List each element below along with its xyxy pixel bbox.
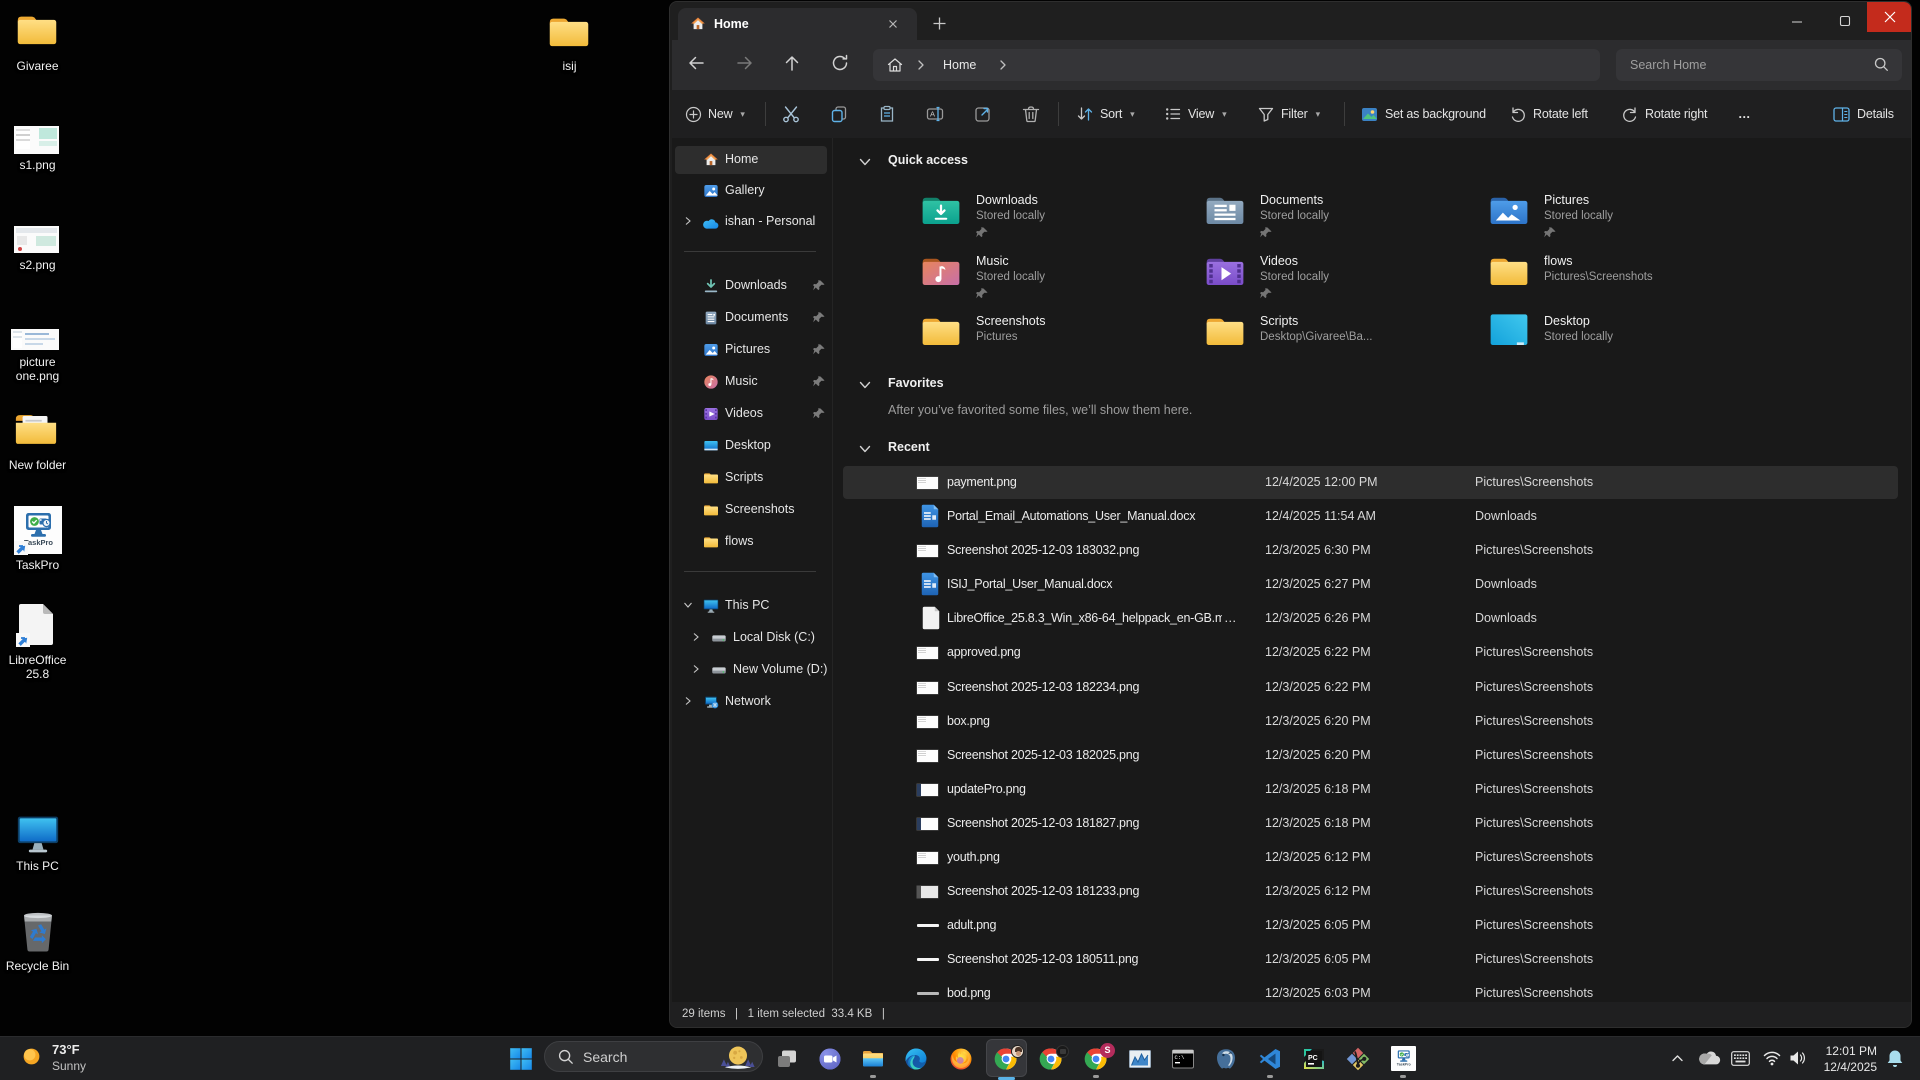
svg-text:A: A	[930, 110, 935, 119]
